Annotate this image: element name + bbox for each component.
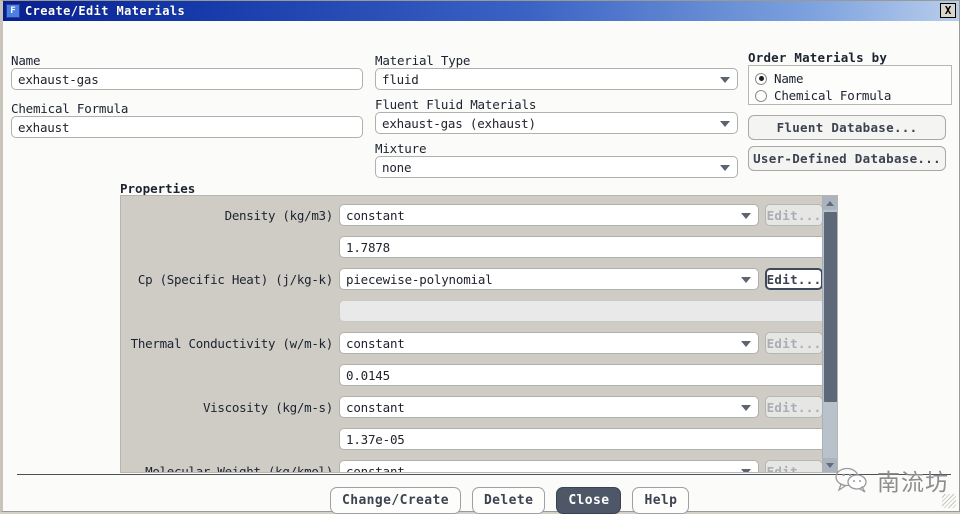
property-value-input [339, 300, 827, 322]
fluent-fluid-materials-label: Fluent Fluid Materials [375, 97, 537, 112]
user-defined-database-button[interactable]: User-Defined Database... [748, 146, 946, 171]
order-materials-by-group: Name Chemical Formula [748, 65, 952, 105]
chevron-down-icon [741, 341, 751, 347]
name-label: Name [11, 53, 41, 68]
footer-button-delete[interactable]: Delete [471, 487, 546, 514]
properties-title: Properties [120, 181, 196, 196]
property-value-input[interactable]: 1.7878 [339, 236, 827, 258]
title-bar: F Create/Edit Materials X [3, 1, 959, 21]
material-type-label: Material Type [375, 53, 471, 68]
property-label: Molecular Weight (kg/kmol) [145, 463, 333, 473]
property-method-row: Viscosity (kg/m-s) constant Edit... [203, 396, 823, 418]
dialog-body: Name exhaust-gas Chemical Formula exhaus… [3, 21, 960, 514]
fluent-fluid-materials-select[interactable]: exhaust-gas (exhaust) [375, 112, 738, 134]
property-label: Viscosity (kg/m-s) [202, 399, 333, 415]
footer-button-bar: Change/Create Delete Close Help [330, 487, 690, 514]
order-materials-by-label: Order Materials by [748, 50, 888, 65]
property-edit-button[interactable]: Edit... [765, 268, 823, 290]
radio-label-name: Name [774, 71, 804, 86]
fluent-fluid-materials-value: exhaust-gas (exhaust) [382, 115, 536, 131]
property-method-value: constant [346, 335, 405, 351]
property-edit-button[interactable]: Edit... [765, 396, 823, 418]
fluent-app-icon: F [6, 4, 20, 18]
property-method-select[interactable]: constant [339, 204, 759, 226]
close-icon[interactable]: X [940, 3, 956, 18]
radio-option-chemical-formula[interactable]: Chemical Formula [755, 87, 945, 104]
chevron-down-icon [741, 405, 751, 411]
radio-icon-selected [755, 72, 767, 85]
scroll-up-icon[interactable] [823, 196, 837, 210]
property-label: Thermal Conductivity (w/m-k) [130, 335, 334, 351]
properties-scrollbar[interactable] [822, 196, 837, 472]
properties-panel: Density (kg/m3) constant Edit... 1.7878 Cp (… [120, 195, 838, 473]
fluent-database-button[interactable]: Fluent Database... [748, 115, 946, 140]
property-method-row: Density (kg/m3) constant Edit... [225, 204, 823, 226]
chemical-formula-label: Chemical Formula [11, 101, 129, 116]
property-method-row: Thermal Conductivity (w/m-k) constant Edit… [131, 332, 823, 354]
chevron-down-icon [720, 77, 730, 83]
radio-icon-unselected [755, 89, 767, 102]
footer-button-help[interactable]: Help [632, 487, 690, 514]
resize-grip-icon[interactable] [942, 494, 956, 508]
property-method-row: Molecular Weight (kg/kmol) constant Edit..… [145, 460, 823, 473]
property-edit-button[interactable]: Edit... [765, 460, 823, 472]
wechat-bubbles-icon [835, 467, 867, 493]
radio-label-chemical-formula: Chemical Formula [774, 88, 892, 103]
create-edit-materials-window: F Create/Edit Materials X Name exhaust-g… [0, 0, 960, 514]
chevron-down-icon [741, 277, 751, 283]
property-method-value: constant [346, 207, 405, 223]
property-method-select[interactable]: constant [339, 396, 759, 418]
material-type-value: fluid [382, 71, 419, 87]
footer-separator [3, 474, 960, 475]
chevron-down-icon [741, 213, 751, 219]
chevron-down-icon [720, 165, 730, 171]
watermark-text: 南流坊 [877, 470, 949, 496]
property-edit-button[interactable]: Edit... [765, 204, 823, 226]
name-input[interactable]: exhaust-gas [11, 68, 363, 90]
chevron-down-icon [720, 121, 730, 127]
property-value-input[interactable]: 1.37e-05 [339, 428, 827, 450]
window-title: Create/Edit Materials [25, 4, 186, 18]
mixture-label: Mixture [375, 141, 427, 156]
scrollbar-thumb[interactable] [824, 212, 837, 402]
property-value-input[interactable]: 0.0145 [339, 364, 827, 386]
property-method-value: constant [346, 463, 405, 473]
property-method-select[interactable]: piecewise-polynomial [339, 268, 759, 290]
property-method-select[interactable]: constant [339, 460, 759, 473]
property-method-select[interactable]: constant [339, 332, 759, 354]
mixture-select[interactable]: none [375, 156, 738, 178]
property-method-value: piecewise-polynomial [346, 271, 493, 287]
watermark: 南流坊 [835, 463, 949, 497]
property-edit-button[interactable]: Edit... [765, 332, 823, 354]
chevron-down-icon [741, 469, 751, 472]
mixture-value: none [382, 159, 412, 175]
property-label: Cp (Specific Heat) (j/kg-k) [137, 271, 333, 287]
material-type-select[interactable]: fluid [375, 68, 738, 90]
property-label: Density (kg/m3) [224, 207, 334, 223]
radio-option-name[interactable]: Name [755, 70, 945, 87]
property-method-row: Cp (Specific Heat) (j/kg-k) piecewise-pol… [138, 268, 823, 290]
chemical-formula-input[interactable]: exhaust [11, 116, 363, 138]
property-method-value: constant [346, 399, 405, 415]
footer-button-change-create[interactable]: Change/Create [330, 487, 461, 514]
footer-button-close[interactable]: Close [556, 487, 622, 514]
